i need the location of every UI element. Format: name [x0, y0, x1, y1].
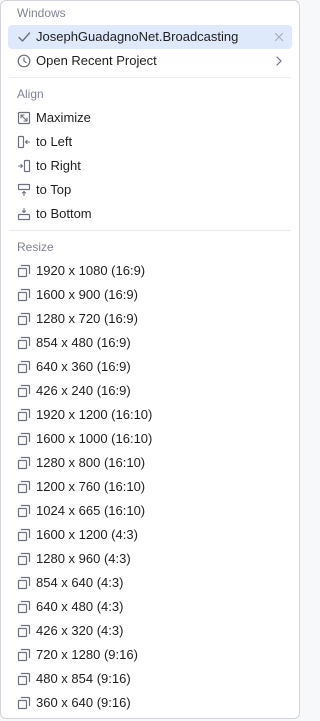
resize-item-label: 1920 x 1080 (16:9) [36, 263, 146, 278]
resize-item[interactable]: 426 x 320 (4:3) [8, 619, 292, 643]
resize-item[interactable]: 720 x 1280 (9:16) [8, 643, 292, 667]
resize-item-label: 640 x 480 (4:3) [36, 599, 124, 614]
resize-icon [17, 480, 31, 494]
resize-icon [17, 696, 31, 710]
align-section-header: Align [17, 87, 44, 101]
align-top-label: to Top [36, 182, 72, 197]
resize-item-label: 1024 x 665 (16:10) [36, 503, 146, 518]
resize-item-label: 426 x 320 (4:3) [36, 623, 124, 638]
resize-item-label: 360 x 640 (9:16) [36, 695, 131, 710]
resize-icon [17, 456, 31, 470]
resize-icon [17, 432, 31, 446]
resize-icon [17, 384, 31, 398]
checkmark-icon [18, 32, 31, 42]
resize-item-label: 640 x 360 (16:9) [36, 359, 131, 374]
resize-icon [17, 504, 31, 518]
maximize-item[interactable]: Maximize [8, 106, 292, 130]
window-menu-popup: Windows JosephGuadagnoNet.Broadcasting O… [0, 0, 300, 719]
align-left-item[interactable]: to Left [8, 130, 292, 154]
resize-item-label: 854 x 640 (4:3) [36, 575, 124, 590]
resize-item[interactable]: 854 x 480 (16:9) [8, 331, 292, 355]
resize-item-label: 1280 x 960 (4:3) [36, 551, 131, 566]
resize-item[interactable]: 1600 x 900 (16:9) [8, 283, 292, 307]
resize-item-label: 1600 x 900 (16:9) [36, 287, 138, 302]
resize-icon [17, 360, 31, 374]
align-right-item[interactable]: to Right [8, 154, 292, 178]
resize-item[interactable]: 1280 x 960 (4:3) [8, 547, 292, 571]
resize-item-label: 1200 x 760 (16:10) [36, 479, 146, 494]
windows-section-header: Windows [17, 6, 66, 20]
clock-icon [17, 54, 31, 68]
resize-item[interactable]: 1200 x 760 (16:10) [8, 475, 292, 499]
resize-item-label: 1920 x 1200 (16:10) [36, 407, 153, 422]
resize-section-header: Resize [17, 240, 54, 254]
resize-icon [17, 672, 31, 686]
current-window-label: JosephGuadagnoNet.Broadcasting [36, 29, 239, 44]
resize-icon [17, 600, 31, 614]
resize-item-label: 720 x 1280 (9:16) [36, 647, 138, 662]
align-bottom-icon [17, 207, 31, 221]
resize-item-label: 426 x 240 (16:9) [36, 383, 131, 398]
resize-item-label: 1600 x 1000 (16:10) [36, 431, 153, 446]
open-recent-project-label: Open Recent Project [36, 53, 157, 68]
resize-item[interactable]: 1920 x 1080 (16:9) [8, 259, 292, 283]
align-top-item[interactable]: to Top [8, 178, 292, 202]
divider [9, 77, 291, 78]
resize-icon [17, 528, 31, 542]
close-icon[interactable] [272, 30, 286, 44]
resize-icon [17, 576, 31, 590]
maximize-label: Maximize [36, 110, 91, 125]
resize-item[interactable]: 426 x 240 (16:9) [8, 379, 292, 403]
resize-icon [17, 624, 31, 638]
align-right-icon [17, 159, 31, 173]
resize-item-label: 854 x 480 (16:9) [36, 335, 131, 350]
resize-list: 1920 x 1080 (16:9) 1600 x 900 (16:9) 1280 … [1, 259, 299, 715]
resize-item[interactable]: 1920 x 1200 (16:10) [8, 403, 292, 427]
align-top-icon [17, 183, 31, 197]
maximize-icon [17, 111, 31, 125]
chevron-right-icon [276, 56, 282, 66]
resize-item[interactable]: 640 x 360 (16:9) [8, 355, 292, 379]
align-right-label: to Right [36, 158, 81, 173]
resize-icon [17, 648, 31, 662]
resize-item[interactable]: 1600 x 1000 (16:10) [8, 427, 292, 451]
open-recent-project-item[interactable]: Open Recent Project [8, 49, 292, 73]
resize-icon [17, 312, 31, 326]
resize-icon [17, 408, 31, 422]
align-left-icon [17, 135, 31, 149]
resize-item[interactable]: 480 x 854 (9:16) [8, 667, 292, 691]
resize-item[interactable]: 1600 x 1200 (4:3) [8, 523, 292, 547]
resize-icon [17, 336, 31, 350]
resize-item[interactable]: 360 x 640 (9:16) [8, 691, 292, 715]
resize-item[interactable]: 1280 x 800 (16:10) [8, 451, 292, 475]
resize-item[interactable]: 854 x 640 (4:3) [8, 571, 292, 595]
divider [9, 230, 291, 231]
align-left-label: to Left [36, 134, 73, 149]
resize-item-label: 1280 x 800 (16:10) [36, 455, 146, 470]
resize-item[interactable]: 1024 x 665 (16:10) [8, 499, 292, 523]
resize-icon [17, 288, 31, 302]
resize-item[interactable]: 640 x 480 (4:3) [8, 595, 292, 619]
resize-item-label: 1600 x 1200 (4:3) [36, 527, 138, 542]
resize-icon [17, 552, 31, 566]
resize-item-label: 1280 x 720 (16:9) [36, 311, 138, 326]
resize-item-label: 480 x 854 (9:16) [36, 671, 131, 686]
resize-icon [17, 264, 31, 278]
resize-item[interactable]: 1280 x 720 (16:9) [8, 307, 292, 331]
current-window-item[interactable]: JosephGuadagnoNet.Broadcasting [8, 25, 292, 49]
align-bottom-label: to Bottom [36, 206, 92, 221]
align-bottom-item[interactable]: to Bottom [8, 202, 292, 226]
